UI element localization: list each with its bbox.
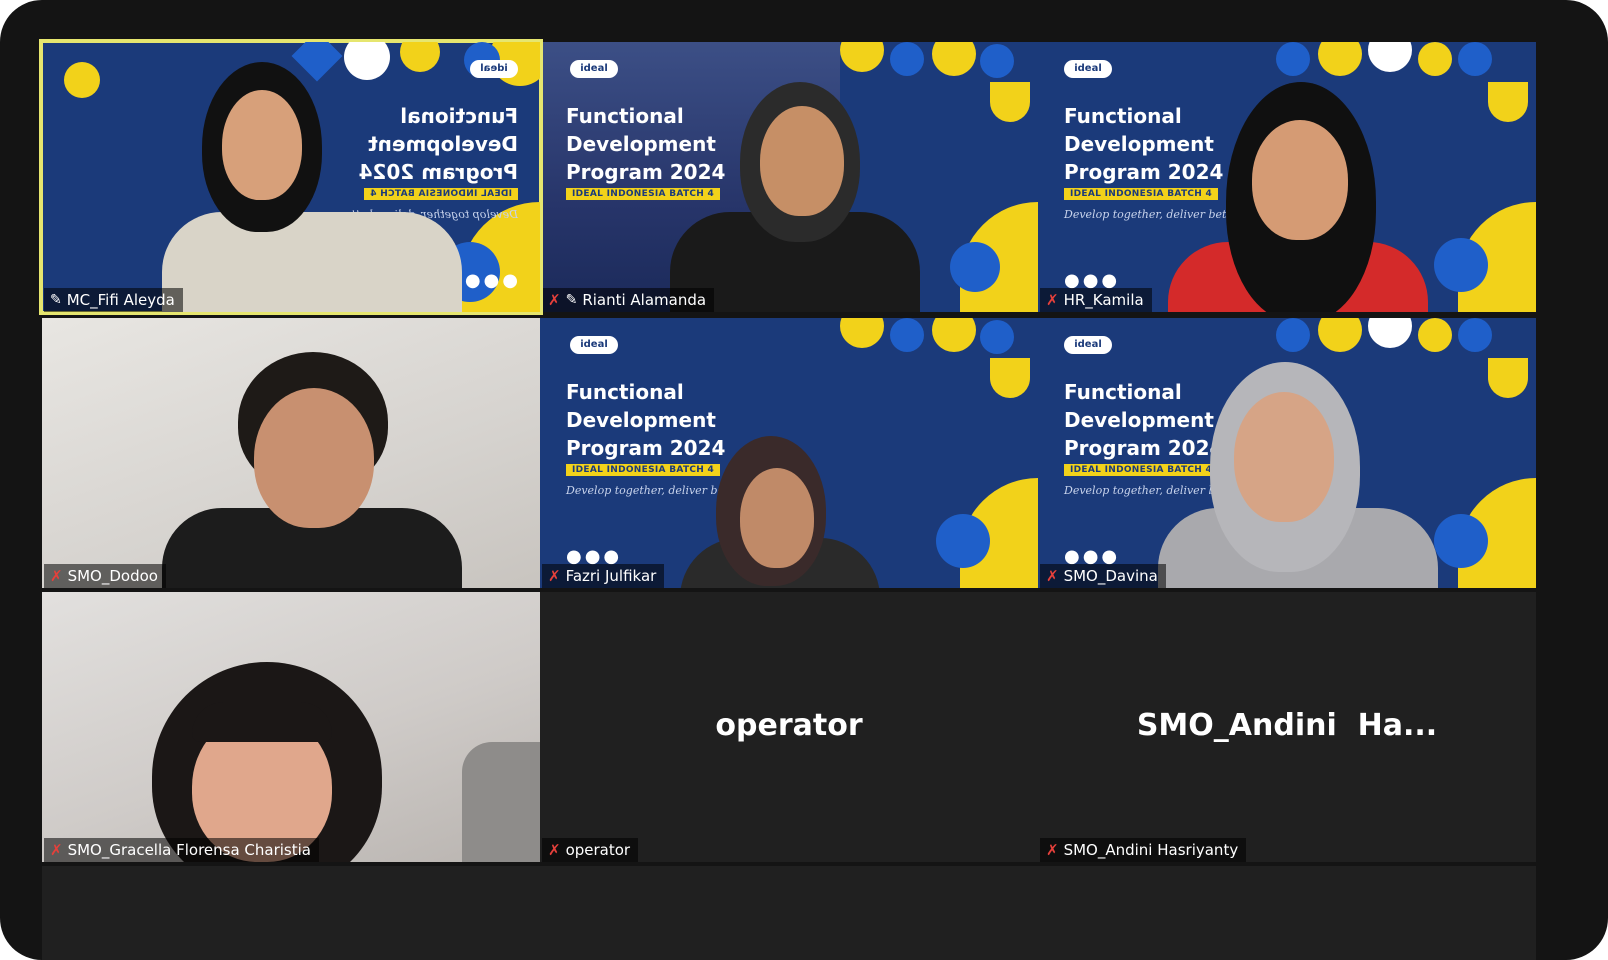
- video-tile-rianti[interactable]: ideal Functional Development Program 202…: [540, 42, 1038, 312]
- vb-tagline: Develop together, deliver better: [1064, 208, 1243, 221]
- vb-title: Functional Development Program 2024: [358, 104, 518, 184]
- vb-badge: ideal: [470, 60, 518, 78]
- vb-title: Functional Development Program 2024: [1064, 380, 1224, 460]
- video-tile-andini[interactable]: SMO_Andini Ha... ✗ SMO_Andini Hasriyanty: [1038, 592, 1536, 862]
- mic-muted-icon: ✗: [1046, 841, 1059, 859]
- mic-muted-icon: ✗: [548, 291, 561, 309]
- vb-batch: IDEAL INDONESIA BATCH 4: [363, 188, 518, 200]
- vb-batch: IDEAL INDONESIA BATCH 4: [566, 188, 721, 200]
- mic-muted-icon: ✗: [1046, 291, 1059, 309]
- video-tile-operator[interactable]: operator ✗ operator: [540, 592, 1038, 862]
- vb-badge: ideal: [570, 60, 618, 78]
- vb-title: Functional Development Program 2024: [1064, 104, 1224, 184]
- mic-muted-icon: ✗: [548, 567, 561, 585]
- vb-badge: ideal: [570, 336, 618, 354]
- vb-title: Functional Development Program 2024: [566, 380, 726, 460]
- vb-batch: IDEAL INDONESIA BATCH 4: [1064, 464, 1219, 476]
- participant-name-tag: ✗ SMO_Dodoo: [44, 564, 166, 588]
- video-tile-empty: [1038, 866, 1536, 960]
- video-tile-fazri[interactable]: ideal Functional Development Program 202…: [540, 318, 1038, 588]
- mic-muted-icon: ✗: [548, 841, 561, 859]
- pin-icon: ✎: [50, 292, 62, 308]
- video-tile-kamila[interactable]: ideal Functional Development Program 202…: [1038, 42, 1536, 312]
- video-tile-dodoo[interactable]: ✗ SMO_Dodoo: [42, 318, 540, 588]
- meeting-window: ideal Functional Development Program 202…: [0, 0, 1608, 960]
- video-tile-empty: [42, 866, 540, 960]
- participant-name-tag: ✗ SMO_Andini Hasriyanty: [1040, 838, 1247, 862]
- vb-badge: ideal: [1064, 336, 1112, 354]
- mic-muted-icon: ✗: [50, 567, 63, 585]
- video-tile-gracella[interactable]: ✗ SMO_Gracella Florensa Charistia: [42, 592, 540, 862]
- vb-batch: IDEAL INDONESIA BATCH 4: [1064, 188, 1219, 200]
- participant-name-tag: ✎ MC_Fifi Aleyda: [44, 288, 183, 312]
- video-tile-fifi[interactable]: ideal Functional Development Program 202…: [39, 39, 543, 315]
- participant-name-tag: ✗ SMO_Gracella Florensa Charistia: [44, 838, 319, 862]
- vb-title: Functional Development Program 2024: [566, 104, 726, 184]
- participant-name-tag: ✗ SMO_Davina: [1040, 564, 1166, 588]
- vb-dots: ●●●: [461, 270, 518, 291]
- participant-name-tag: ✗ operator: [542, 838, 639, 862]
- mic-muted-icon: ✗: [50, 841, 63, 859]
- participant-display-name: operator: [715, 708, 863, 743]
- mic-muted-icon: ✗: [1046, 567, 1059, 585]
- pin-icon: ✎: [565, 292, 578, 308]
- participant-name-tag: ✗ Fazri Julfikar: [542, 564, 665, 588]
- video-tile-davina[interactable]: ideal Functional Development Program 202…: [1038, 318, 1536, 588]
- participant-display-name: SMO_Andini Ha...: [1136, 708, 1438, 743]
- vb-batch: IDEAL INDONESIA BATCH 4: [566, 464, 721, 476]
- vb-badge: ideal: [1064, 60, 1112, 78]
- participant-name-tag: ✗ HR_Kamila: [1040, 288, 1152, 312]
- video-tile-empty: [540, 866, 1038, 960]
- participant-name-tag: ✗ ✎ Rianti Alamanda: [542, 288, 715, 312]
